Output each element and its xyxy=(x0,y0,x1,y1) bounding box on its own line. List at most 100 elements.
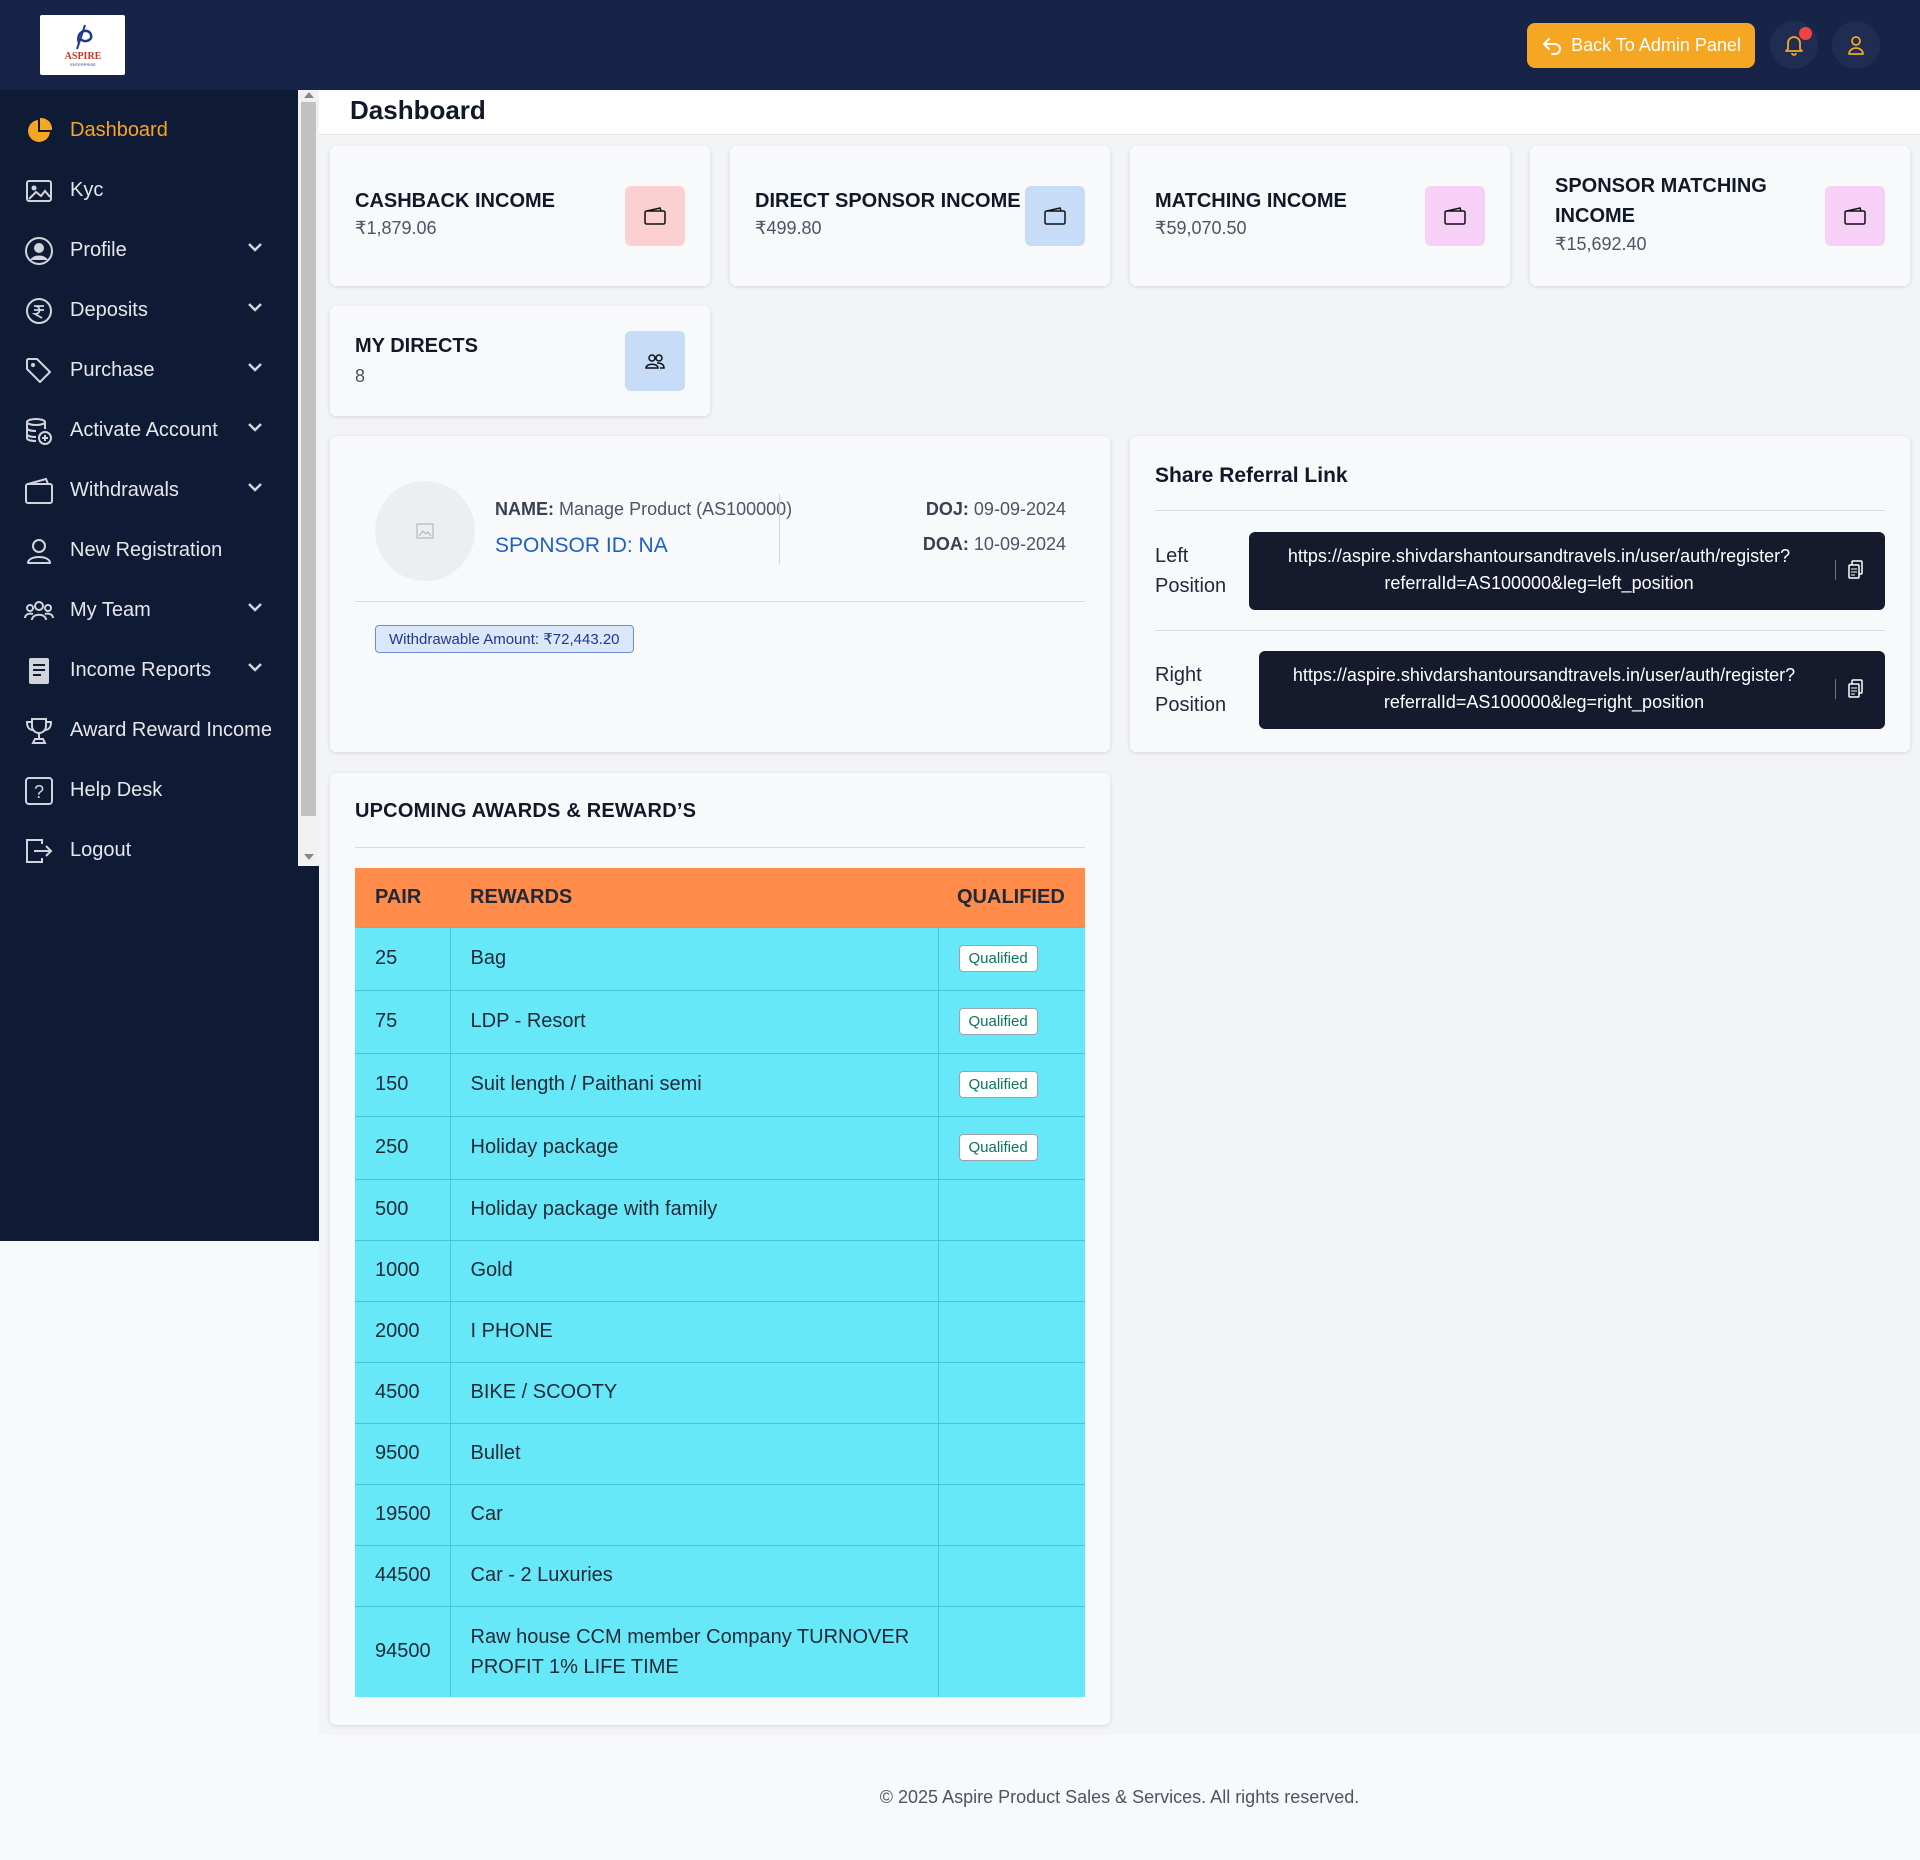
sidebar-item-label: Income Reports xyxy=(70,658,212,681)
sidebar-item-help-desk[interactable]: ? Help Desk xyxy=(0,760,298,820)
team-icon xyxy=(625,331,685,391)
reward-cell: Bag xyxy=(450,926,939,990)
table-row: 4500 BIKE / SCOOTY xyxy=(355,1361,1085,1423)
back-to-admin-button[interactable]: Back To Admin Panel xyxy=(1527,23,1755,68)
table-row: 44500 Car - 2 Luxuries xyxy=(355,1544,1085,1606)
qualified-cell xyxy=(938,1483,1085,1545)
notification-dot xyxy=(1799,27,1812,40)
image-icon xyxy=(24,176,54,206)
divider xyxy=(1155,630,1885,631)
user-circle-icon xyxy=(24,236,54,266)
svg-text:ASPIRE: ASPIRE xyxy=(64,51,101,62)
wallet-icon xyxy=(1425,186,1485,246)
question-icon: ? xyxy=(24,776,54,806)
scroll-up-arrow[interactable] xyxy=(304,92,314,98)
pair-cell: 150 xyxy=(355,1052,451,1116)
rupee-coin-icon xyxy=(24,296,54,326)
right-referral-link[interactable]: https://aspire.shivdarshantoursandtravel… xyxy=(1259,651,1885,729)
wallet-icon xyxy=(1825,186,1885,246)
sidebar-item-new-registration[interactable]: New Registration xyxy=(0,520,298,580)
right-position-label: Right Position xyxy=(1155,664,1227,716)
scroll-thumb[interactable] xyxy=(301,102,316,816)
referral-title: Share Referral Link xyxy=(1155,464,1348,487)
stat-value: ₹15,692.40 xyxy=(1555,234,1647,254)
stat-value: ₹1,879.06 xyxy=(355,218,437,238)
table-row: 19500 Car xyxy=(355,1483,1085,1545)
reward-cell: LDP - Resort xyxy=(450,989,939,1053)
share-referral-card: Share Referral Link Left Position https:/… xyxy=(1130,436,1910,752)
sidebar-item-kyc[interactable]: Kyc xyxy=(0,160,298,220)
pair-cell: 19500 xyxy=(355,1483,451,1545)
sidebar-item-label: Help Desk xyxy=(70,778,163,801)
notifications-button[interactable] xyxy=(1770,21,1818,69)
pair-cell: 500 xyxy=(355,1178,451,1240)
stat-title: INCOME xyxy=(1555,205,1635,227)
reward-cell: Raw house CCM member Company TURNOVER PR… xyxy=(450,1605,939,1697)
wallet-icon xyxy=(24,476,54,506)
wallet-icon xyxy=(1025,186,1085,246)
sidebar-item-label: Logout xyxy=(70,838,132,861)
divider xyxy=(355,601,1085,602)
table-row: 150 Suit length / Paithani semi Qualifie… xyxy=(355,1052,1085,1116)
direct-sponsor-income-card: DIRECT SPONSOR INCOME ₹499.80 xyxy=(730,146,1110,286)
user-menu-button[interactable] xyxy=(1832,21,1880,69)
awards-table: PAIR REWARDS QUALIFIED 25 Bag Qualified … xyxy=(355,868,1085,1697)
sidebar-item-dashboard[interactable]: Dashboard xyxy=(0,100,298,160)
table-row: 1000 Gold xyxy=(355,1239,1085,1301)
wallet-icon xyxy=(625,186,685,246)
awards-title: UPCOMING AWARDS & REWARD’S xyxy=(355,800,697,822)
pair-cell: 94500 xyxy=(355,1605,451,1697)
reward-cell: Car - 2 Luxuries xyxy=(450,1544,939,1606)
copy-icon[interactable] xyxy=(1847,679,1865,699)
left-referral-link[interactable]: https://aspire.shivdarshantoursandtravel… xyxy=(1249,532,1885,610)
qualified-cell: Qualified xyxy=(938,1052,1085,1116)
svg-text:ENTERPRISE: ENTERPRISE xyxy=(70,62,96,67)
member-name: NAME: Manage Product (AS100000) xyxy=(495,499,793,519)
sidebar-item-activate-account[interactable]: Activate Account xyxy=(0,400,298,460)
qualified-cell xyxy=(938,1544,1085,1606)
reward-cell: Car xyxy=(450,1483,939,1545)
sidebar-item-income-reports[interactable]: Income Reports xyxy=(0,640,298,700)
sidebar-item-withdrawals[interactable]: Withdrawals xyxy=(0,460,298,520)
reward-cell: Suit length / Paithani semi xyxy=(450,1052,939,1116)
document-icon xyxy=(24,656,54,686)
footer: © 2025 Aspire Product Sales & Services. … xyxy=(319,1735,1920,1860)
stat-title: SPONSOR MATCHING xyxy=(1555,175,1767,197)
withdrawable-amount-badge: Withdrawable Amount: ₹72,443.20 xyxy=(375,625,634,653)
date-of-joining: DOJ: 09-09-2024 xyxy=(925,499,1066,519)
sidebar-item-purchase[interactable]: Purchase xyxy=(0,340,298,400)
column-header-pair: PAIR xyxy=(355,868,450,927)
sidebar-item-deposits[interactable]: Deposits xyxy=(0,280,298,340)
sidebar: Dashboard Kyc Profile Deposits Purchase … xyxy=(0,90,319,1241)
divider xyxy=(1155,510,1885,511)
sponsor-matching-income-card: SPONSOR MATCHING INCOME ₹15,692.40 xyxy=(1530,146,1910,286)
column-header-qualified: QUALIFIED xyxy=(938,868,1085,927)
stat-title: MATCHING INCOME xyxy=(1155,190,1347,212)
copy-icon[interactable] xyxy=(1847,560,1865,580)
qualified-cell xyxy=(938,1300,1085,1362)
scroll-down-arrow[interactable] xyxy=(304,854,314,860)
qualified-badge: Qualified xyxy=(958,1071,1038,1098)
reward-cell: Holiday package xyxy=(450,1115,939,1179)
table-row: 25 Bag Qualified xyxy=(355,926,1085,990)
cashback-income-card: CASHBACK INCOME ₹1,879.06 xyxy=(330,146,710,286)
sidebar-scrollbar[interactable] xyxy=(298,90,319,866)
qualified-badge: Qualified xyxy=(958,1134,1038,1161)
qualified-cell: Qualified xyxy=(938,1115,1085,1179)
sidebar-menu: Dashboard Kyc Profile Deposits Purchase … xyxy=(0,90,298,866)
copyright-text: © 2025 Aspire Product Sales & Services. … xyxy=(879,1787,1360,1807)
brand-logo[interactable]: ASPIRE ENTERPRISE xyxy=(40,15,125,75)
divider xyxy=(355,847,1085,848)
reward-cell: Bullet xyxy=(450,1422,939,1484)
vertical-divider xyxy=(779,494,780,564)
sidebar-item-profile[interactable]: Profile xyxy=(0,220,298,280)
page-header: Dashboard xyxy=(319,90,1920,135)
pair-cell: 9500 xyxy=(355,1422,451,1484)
sidebar-item-label: Activate Account xyxy=(70,418,218,441)
sidebar-item-award-reward-income[interactable]: Award Reward Income xyxy=(0,700,298,760)
profile-summary-card: NAME: Manage Product (AS100000) SPONSOR … xyxy=(330,436,1110,752)
reward-cell: BIKE / SCOOTY xyxy=(450,1361,939,1423)
sidebar-item-my-team[interactable]: My Team xyxy=(0,580,298,640)
chevron-down-icon xyxy=(248,303,262,312)
sidebar-item-logout[interactable]: Logout xyxy=(0,820,298,866)
